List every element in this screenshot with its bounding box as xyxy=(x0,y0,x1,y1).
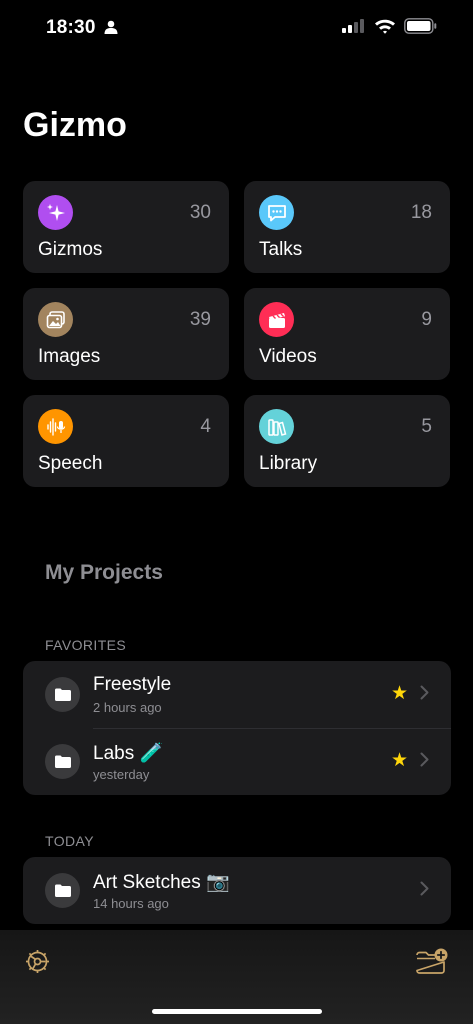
category-grid: 30 Gizmos 18 Talks 39 Images 9 Videos 4 … xyxy=(23,181,451,487)
tile-label: Talks xyxy=(259,239,303,260)
books-icon xyxy=(259,409,294,444)
star-icon[interactable]: ★ xyxy=(391,682,408,705)
cellular-signal-icon xyxy=(342,19,366,38)
tile-label: Images xyxy=(38,346,101,367)
project-timestamp: 14 hours ago xyxy=(93,896,169,911)
tile-count: 30 xyxy=(189,202,211,223)
folder-icon xyxy=(45,677,80,712)
sparkles-icon xyxy=(38,195,73,230)
bottom-toolbar xyxy=(0,930,473,1024)
waveform-mic-icon xyxy=(38,409,73,444)
tile-library[interactable]: 5 Library xyxy=(244,395,450,487)
tile-count: 39 xyxy=(189,309,211,330)
project-title: Art Sketches 📷 xyxy=(93,872,230,893)
today-list: Art Sketches 📷 14 hours ago xyxy=(23,857,451,924)
tile-talks[interactable]: 18 Talks xyxy=(244,181,450,273)
tile-count: 18 xyxy=(410,202,432,223)
star-icon[interactable]: ★ xyxy=(391,749,408,772)
folder-icon xyxy=(45,744,80,779)
home-indicator[interactable] xyxy=(152,1009,322,1014)
folder-badge-plus-icon[interactable] xyxy=(415,948,449,980)
chat-bubble-icon xyxy=(259,195,294,230)
favorites-list: Freestyle 2 hours ago ★ Labs 🧪 yesterday… xyxy=(23,661,451,795)
person-icon xyxy=(104,20,118,39)
project-timestamp: 2 hours ago xyxy=(93,700,162,715)
page-title: Gizmo xyxy=(23,106,127,144)
tile-videos[interactable]: 9 Videos xyxy=(244,288,450,380)
my-projects-title: My Projects xyxy=(45,561,163,584)
status-time: 18:30 xyxy=(46,17,96,38)
project-title: Labs 🧪 xyxy=(93,743,164,764)
battery-icon xyxy=(404,18,437,39)
clapperboard-icon xyxy=(259,302,294,337)
tile-label: Videos xyxy=(259,346,317,367)
folder-icon xyxy=(45,873,80,908)
today-header: TODAY xyxy=(45,833,94,849)
tile-count: 5 xyxy=(421,416,432,437)
chevron-right-icon xyxy=(420,752,429,772)
project-timestamp: yesterday xyxy=(93,767,150,782)
chevron-right-icon xyxy=(420,881,429,901)
gear-icon[interactable] xyxy=(24,948,51,980)
tile-count: 4 xyxy=(200,416,211,437)
project-row-art-sketches[interactable]: Art Sketches 📷 14 hours ago xyxy=(23,857,451,924)
project-title: Freestyle xyxy=(93,674,172,695)
status-bar: 18:30 xyxy=(0,0,473,56)
wifi-icon xyxy=(374,18,396,39)
status-indicators xyxy=(342,18,437,39)
project-row-labs[interactable]: Labs 🧪 yesterday ★ xyxy=(23,728,451,795)
tile-gizmos[interactable]: 30 Gizmos xyxy=(23,181,229,273)
tile-speech[interactable]: 4 Speech xyxy=(23,395,229,487)
photo-icon xyxy=(38,302,73,337)
tile-label: Speech xyxy=(38,453,103,474)
tile-label: Library xyxy=(259,453,318,474)
chevron-right-icon xyxy=(420,685,429,705)
tile-images[interactable]: 39 Images xyxy=(23,288,229,380)
tile-count: 9 xyxy=(421,309,432,330)
favorites-header: FAVORITES xyxy=(45,637,127,653)
tile-label: Gizmos xyxy=(38,239,103,260)
project-row-freestyle[interactable]: Freestyle 2 hours ago ★ xyxy=(23,661,451,728)
